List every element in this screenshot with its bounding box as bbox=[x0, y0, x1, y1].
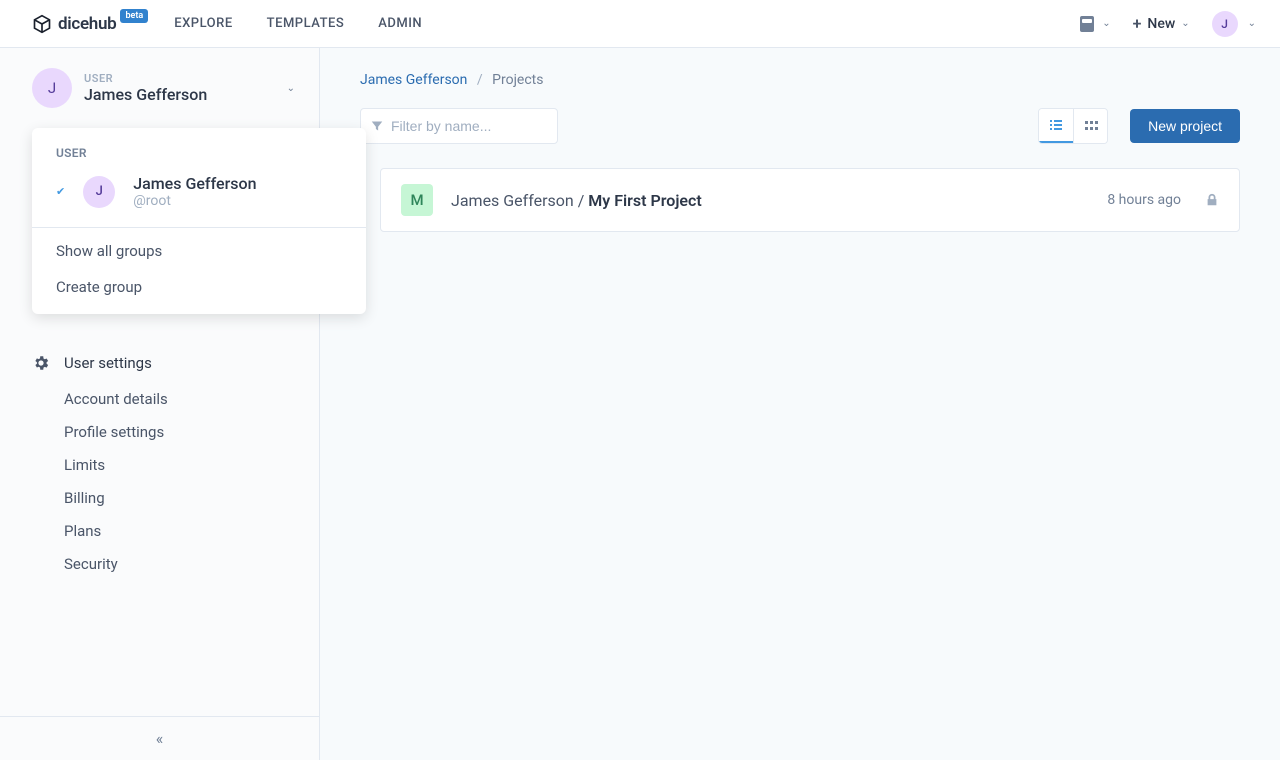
sidebar: J USER James Gefferson ⌄ USER ✔ J James … bbox=[0, 48, 320, 760]
breadcrumb-separator: / bbox=[477, 72, 483, 88]
sidebar-item-plans[interactable]: Plans bbox=[64, 522, 303, 540]
dropdown-section-label: USER bbox=[32, 146, 366, 160]
workspace-icon bbox=[1080, 16, 1094, 32]
avatar: J bbox=[83, 176, 115, 208]
main-content: James Gefferson / Projects bbox=[320, 48, 1280, 760]
top-nav: EXPLORE TEMPLATES ADMIN bbox=[174, 16, 422, 31]
dropdown-show-all-groups[interactable]: Show all groups bbox=[32, 228, 366, 274]
nav-explore[interactable]: EXPLORE bbox=[174, 16, 232, 31]
chevron-down-icon: ⌄ bbox=[1181, 18, 1189, 29]
user-label: USER bbox=[84, 72, 287, 85]
project-updated: 8 hours ago bbox=[1107, 192, 1181, 208]
sidebar-item-label: User settings bbox=[64, 354, 152, 372]
breadcrumb-user[interactable]: James Gefferson bbox=[360, 72, 467, 88]
sidebar-item-limits[interactable]: Limits bbox=[64, 456, 303, 474]
sidebar-user-settings[interactable]: User settings bbox=[32, 344, 303, 382]
workspace-switcher[interactable]: ⌄ bbox=[1080, 16, 1110, 32]
collapse-icon: « bbox=[156, 729, 164, 748]
plus-icon: + bbox=[1133, 14, 1142, 33]
sidebar-item-security[interactable]: Security bbox=[64, 555, 303, 573]
filter-icon bbox=[371, 120, 383, 132]
dropdown-user-row[interactable]: ✔ J James Gefferson @root bbox=[32, 160, 366, 227]
avatar: J bbox=[1212, 11, 1238, 37]
breadcrumb-current: Projects bbox=[492, 72, 543, 88]
dropdown-create-group[interactable]: Create group bbox=[32, 274, 366, 310]
toolbar: New project bbox=[360, 108, 1240, 168]
topbar: dicehub beta EXPLORE TEMPLATES ADMIN ⌄ +… bbox=[0, 0, 1280, 48]
chevron-down-icon: ⌄ bbox=[287, 83, 295, 94]
project-avatar: M bbox=[401, 184, 433, 216]
chevron-down-icon: ⌄ bbox=[1248, 18, 1256, 29]
view-grid-button[interactable] bbox=[1073, 109, 1107, 143]
filter-input[interactable] bbox=[391, 118, 547, 134]
dropdown-user-name: James Gefferson bbox=[133, 174, 256, 193]
grid-icon bbox=[1083, 118, 1099, 134]
gear-icon bbox=[32, 354, 50, 372]
user-menu[interactable]: J ⌄ bbox=[1212, 11, 1256, 37]
dropdown-user-handle: @root bbox=[133, 193, 256, 209]
user-name: James Gefferson bbox=[84, 85, 287, 104]
lock-icon bbox=[1205, 193, 1219, 207]
filter-input-wrapper[interactable] bbox=[360, 108, 558, 144]
user-switcher-dropdown: USER ✔ J James Gefferson @root Show all … bbox=[32, 128, 366, 314]
sidebar-collapse[interactable]: « bbox=[0, 716, 319, 760]
chevron-down-icon: ⌄ bbox=[1102, 18, 1110, 29]
list-icon bbox=[1048, 117, 1064, 133]
view-list-button[interactable] bbox=[1039, 109, 1073, 143]
project-owner: James Gefferson bbox=[451, 191, 574, 210]
beta-badge: beta bbox=[120, 9, 148, 23]
top-right: ⌄ + New ⌄ J ⌄ bbox=[1080, 11, 1256, 37]
brand-text: dicehub bbox=[58, 14, 116, 34]
check-icon: ✔ bbox=[56, 185, 65, 198]
breadcrumb: James Gefferson / Projects bbox=[360, 48, 1240, 108]
project-title: James Gefferson / My First Project bbox=[451, 191, 702, 210]
sidebar-item-account[interactable]: Account details bbox=[64, 390, 303, 408]
avatar: J bbox=[32, 68, 72, 108]
project-row[interactable]: M James Gefferson / My First Project 8 h… bbox=[380, 168, 1240, 232]
separator: / bbox=[578, 191, 589, 210]
new-label: New bbox=[1147, 16, 1175, 32]
sidebar-item-profile[interactable]: Profile settings bbox=[64, 423, 303, 441]
sidebar-item-billing[interactable]: Billing bbox=[64, 489, 303, 507]
new-project-button[interactable]: New project bbox=[1130, 109, 1240, 143]
nav-admin[interactable]: ADMIN bbox=[378, 16, 422, 31]
cube-icon bbox=[32, 14, 52, 34]
logo[interactable]: dicehub beta bbox=[32, 14, 150, 34]
sidebar-user-switcher[interactable]: J USER James Gefferson ⌄ bbox=[0, 48, 319, 124]
project-name: My First Project bbox=[588, 191, 701, 210]
new-dropdown[interactable]: + New ⌄ bbox=[1133, 14, 1190, 33]
nav-templates[interactable]: TEMPLATES bbox=[267, 16, 345, 31]
view-toggle bbox=[1038, 108, 1108, 144]
